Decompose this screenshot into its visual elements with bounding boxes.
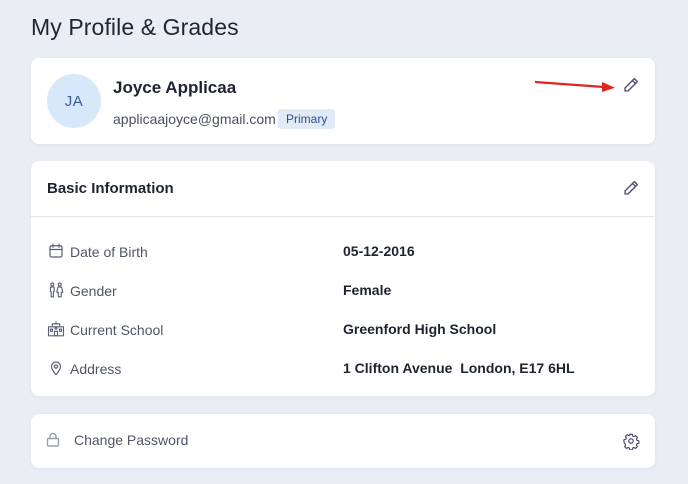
avatar: JA	[47, 74, 101, 128]
info-row-gender: Gender Female	[47, 280, 637, 302]
profile-name: Joyce Applicaa	[113, 78, 237, 97]
annotation-arrow-icon	[534, 80, 615, 92]
divider	[31, 216, 655, 217]
info-value: 05-12-2016	[343, 243, 415, 259]
info-label: Date of Birth	[70, 244, 148, 260]
lock-icon	[46, 432, 60, 447]
edit-basic-information-button[interactable]	[620, 177, 642, 199]
info-value: Female	[343, 282, 392, 298]
pencil-icon	[624, 180, 639, 195]
pencil-icon	[624, 77, 639, 92]
primary-badge: Primary	[278, 109, 336, 129]
profile-page: My Profile & Grades JA Joyce Applicaa ap…	[0, 0, 688, 484]
edit-profile-button[interactable]	[620, 74, 642, 96]
page-title: My Profile & Grades	[31, 14, 239, 40]
info-row-address: Address 1 Clifton Avenue London, E17 6HL	[47, 358, 637, 380]
info-row-date-of-birth: Date of Birth 05-12-2016	[47, 241, 637, 263]
info-row-current-school: Current School Greenford High School	[47, 319, 637, 341]
avatar-initials: JA	[64, 92, 84, 110]
change-password-row[interactable]: Change Password	[31, 414, 655, 468]
location-pin-icon	[50, 361, 62, 376]
calendar-icon	[49, 243, 63, 258]
change-password-label: Change Password	[74, 432, 189, 448]
info-label: Address	[70, 361, 122, 377]
basic-information-card: Basic Information Date of Birth 05-12-20…	[31, 161, 655, 396]
info-value: 1 Clifton Avenue London, E17 6HL	[343, 360, 575, 376]
info-label: Gender	[70, 283, 117, 299]
info-label: Current School	[70, 322, 164, 338]
school-icon	[47, 321, 65, 337]
profile-card: JA Joyce Applicaa applicaajoyce@gmail.co…	[31, 58, 655, 144]
section-title: Basic Information	[47, 180, 174, 197]
info-value: Greenford High School	[343, 321, 497, 337]
people-icon	[49, 282, 64, 298]
gear-icon[interactable]	[622, 432, 640, 450]
profile-email: applicaajoyce@gmail.com	[113, 111, 276, 127]
